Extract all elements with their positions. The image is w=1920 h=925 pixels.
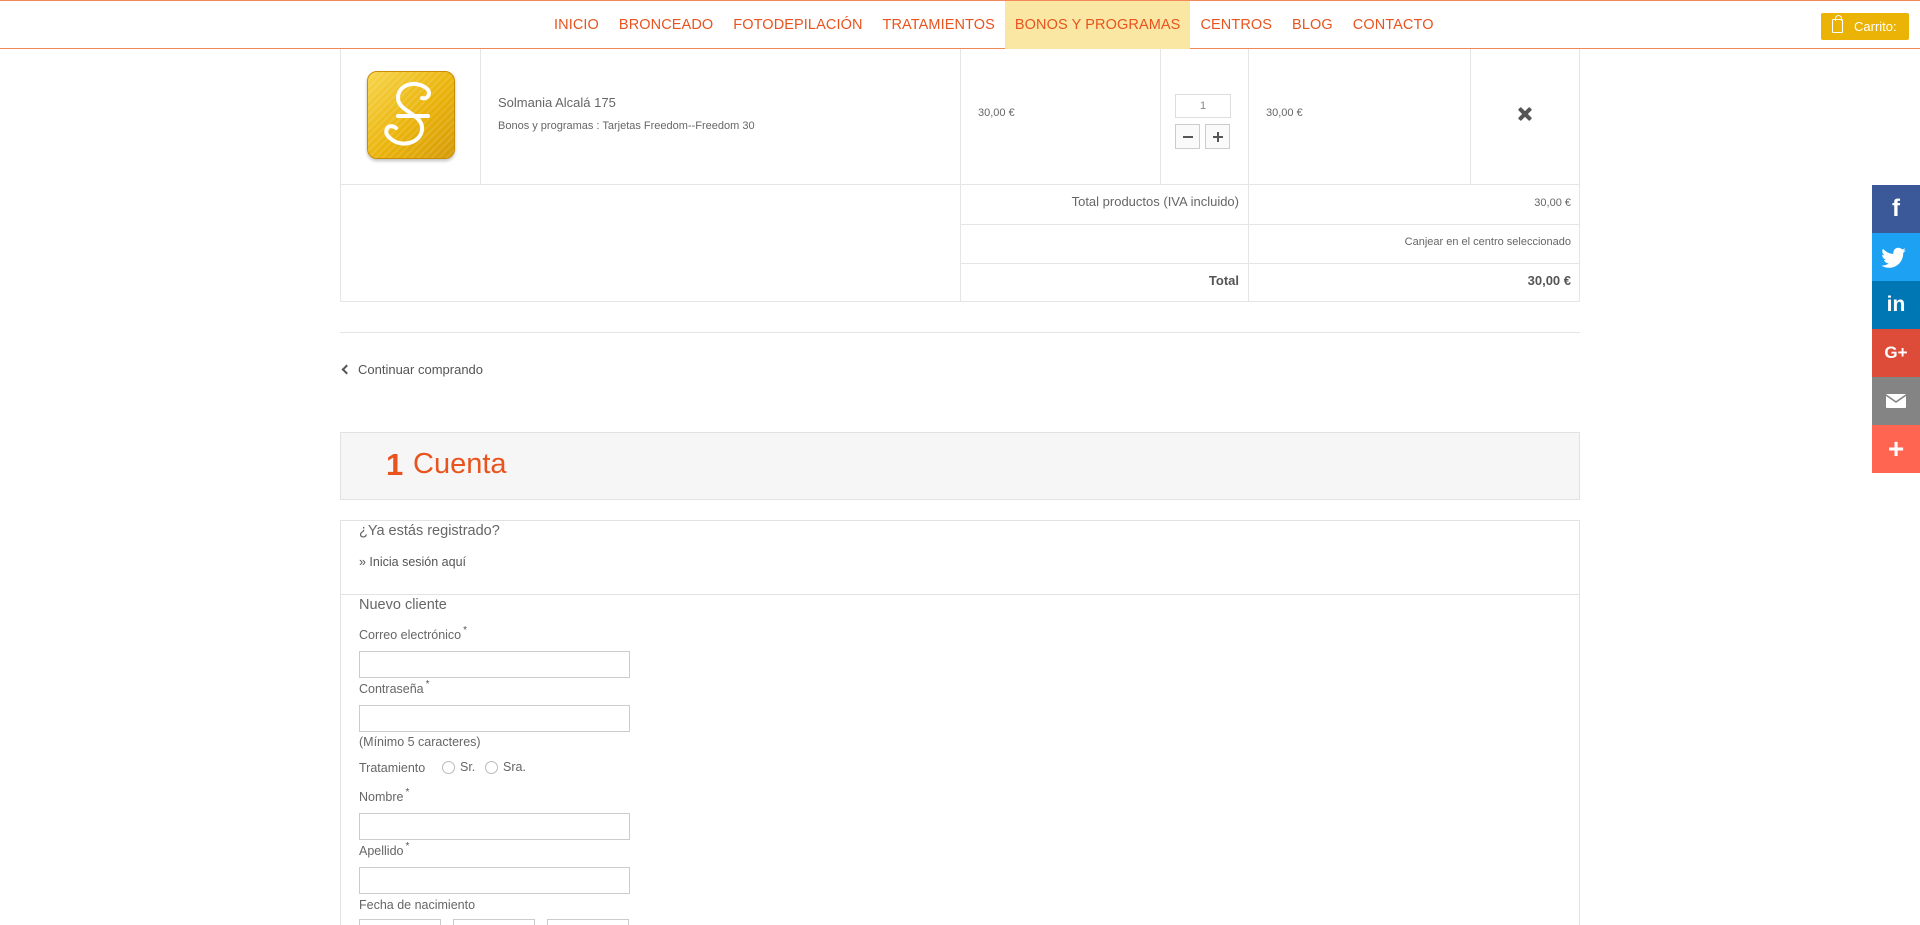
password-hint: (Mínimo 5 caracteres) <box>359 735 481 749</box>
shipping-note: Canjear en el centro seleccionado <box>1404 236 1571 248</box>
quantity-increase-button[interactable] <box>1205 124 1230 149</box>
nav-item-inicio[interactable]: INICIO <box>544 1 609 49</box>
share-facebook-button[interactable]: f <box>1872 185 1920 233</box>
title-label: Tratamiento <box>359 761 426 775</box>
password-label-text: Contraseña <box>359 682 424 696</box>
twitter-icon <box>1881 247 1906 268</box>
shopping-bag-icon <box>1832 15 1843 33</box>
facebook-icon: f <box>1892 195 1900 222</box>
birth-month-select[interactable] <box>453 919 535 925</box>
quantity-decrease-button[interactable] <box>1175 124 1200 149</box>
column-divider <box>480 49 481 184</box>
google-plus-icon: G+ <box>1884 343 1908 362</box>
social-share-bar: f in G+ + <box>1872 185 1920 473</box>
birthdate-label: Fecha de nacimiento <box>359 898 476 912</box>
nav-item-contacto[interactable]: CONTACTO <box>1343 1 1444 49</box>
step-title: Cuenta <box>413 448 507 480</box>
column-divider <box>1160 49 1161 184</box>
nav-item-tratamientos[interactable]: TRATAMIENTOS <box>873 1 1005 49</box>
new-customer-heading: Nuevo cliente <box>359 597 447 613</box>
plus-icon-vertical <box>1217 132 1219 142</box>
title-radio-sra[interactable] <box>485 761 498 774</box>
minus-icon <box>1183 136 1193 138</box>
column-divider <box>1470 49 1471 184</box>
registered-question: ¿Ya estás registrado? <box>359 523 500 539</box>
nav-item-blog[interactable]: BLOG <box>1282 1 1343 49</box>
product-name[interactable]: Solmania Alcalá 175 <box>498 95 616 110</box>
plus-icon: + <box>1887 433 1905 464</box>
quantity-input[interactable]: 1 <box>1175 94 1231 118</box>
column-divider <box>1248 49 1249 302</box>
share-google-plus-button[interactable]: G+ <box>1872 329 1920 377</box>
product-image[interactable] <box>367 71 455 159</box>
total-value: 30,00 € <box>1527 273 1571 288</box>
last-name-label: Apellido * <box>359 841 410 858</box>
share-email-button[interactable] <box>1872 377 1920 425</box>
continue-shopping-label: Continuar comprando <box>358 362 484 377</box>
title-option-sr: Sr. <box>460 760 476 774</box>
first-name-field[interactable] <box>359 813 630 840</box>
envelope-icon <box>1885 394 1907 408</box>
password-label: Contraseña * <box>359 679 430 696</box>
share-twitter-button[interactable] <box>1872 233 1920 281</box>
solmania-s-logo-icon <box>384 81 431 146</box>
first-name-label: Nombre * <box>359 787 410 804</box>
product-attributes: Bonos y programas : Tarjetas Freedom--Fr… <box>498 120 755 132</box>
remove-item-icon[interactable] <box>1517 106 1533 122</box>
title-option-sra: Sra. <box>503 760 526 774</box>
email-field[interactable] <box>359 651 630 678</box>
required-mark: * <box>405 841 410 852</box>
nav-item-bronceado[interactable]: BRONCEADO <box>609 1 723 49</box>
row-divider <box>341 184 1579 185</box>
total-products-value: 30,00 € <box>1534 197 1571 209</box>
nav-item-bonos-y-programas[interactable]: BONOS Y PROGRAMAS <box>1004 1 1191 49</box>
cart-summary-table: Solmania Alcalá 175 Bonos y programas : … <box>340 49 1580 302</box>
linkedin-icon: in <box>1886 293 1906 316</box>
required-mark: * <box>405 787 410 798</box>
email-label: Correo electrónico * <box>359 625 468 642</box>
account-panel: ¿Ya estás registrado? » Inicia sesión aq… <box>340 520 1580 925</box>
cart-button[interactable]: Carrito: <box>1821 13 1909 40</box>
top-navigation-bar: INICIO BRONCEADO FOTODEPILACIÓN TRATAMIE… <box>0 0 1920 49</box>
chevron-left-icon <box>341 364 352 375</box>
email-label-text: Correo electrónico <box>359 628 462 642</box>
nav-item-centros[interactable]: CENTROS <box>1190 1 1282 49</box>
login-link[interactable]: » Inicia sesión aquí <box>359 555 466 569</box>
row-divider <box>960 224 1579 225</box>
section-divider <box>340 332 1580 333</box>
total-products-label: Total productos (IVA incluido) <box>1071 194 1239 209</box>
continue-shopping-link[interactable]: Continuar comprando <box>340 362 483 377</box>
main-menu: INICIO BRONCEADO FOTODEPILACIÓN TRATAMIE… <box>544 1 1444 49</box>
first-name-label-text: Nombre <box>359 790 404 804</box>
row-divider <box>960 263 1579 264</box>
step-number: 1 <box>386 447 404 482</box>
birth-year-select[interactable] <box>547 919 629 925</box>
total-label: Total <box>1208 273 1239 288</box>
nav-item-fotodepilacion[interactable]: FOTODEPILACIÓN <box>723 1 872 49</box>
share-linkedin-button[interactable]: in <box>1872 281 1920 329</box>
title-radio-sr[interactable] <box>442 761 455 774</box>
birth-day-select[interactable] <box>359 919 441 925</box>
required-mark: * <box>463 625 468 636</box>
password-field[interactable] <box>359 705 630 732</box>
line-total-price: 30,00 € <box>1266 107 1303 119</box>
last-name-label-text: Apellido <box>359 844 404 858</box>
column-divider <box>960 49 961 302</box>
unit-price: 30,00 € <box>978 107 1015 119</box>
last-name-field[interactable] <box>359 867 630 894</box>
step-header: 1 Cuenta <box>340 432 1580 500</box>
section-divider <box>341 594 1579 595</box>
cart-label: Carrito: <box>1854 19 1897 34</box>
required-mark: * <box>425 679 430 690</box>
share-more-button[interactable]: + <box>1872 425 1920 473</box>
